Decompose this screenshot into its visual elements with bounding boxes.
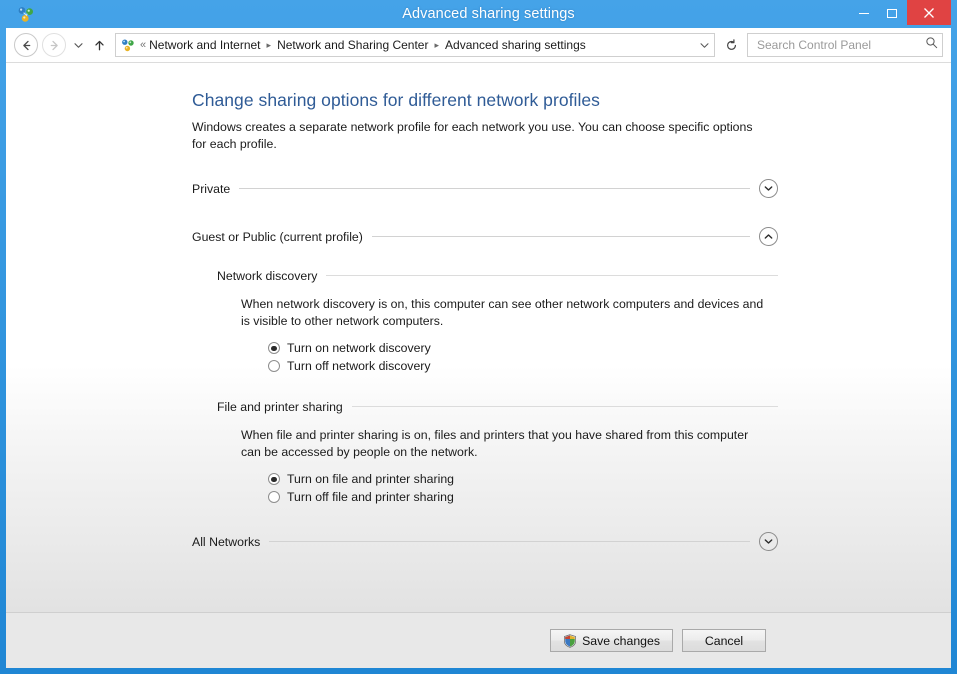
radio-mark[interactable] — [268, 342, 280, 355]
section-header-network-discovery: Network discovery — [217, 265, 778, 287]
radio-label: Turn on file and printer sharing — [287, 472, 455, 487]
profile-label: All Networks — [192, 534, 261, 549]
client-area: « Network and Internet ▸ Network and Sha… — [6, 28, 951, 668]
maximize-icon — [887, 8, 897, 18]
breadcrumb-separator-icon[interactable]: ▸ — [267, 40, 272, 51]
chevron-down-icon[interactable] — [759, 179, 778, 199]
section-rule — [269, 541, 750, 543]
search-box[interactable] — [747, 33, 943, 57]
section-header-file-printer-sharing: File and printer sharing — [217, 396, 778, 418]
radio-label: Turn off file and printer sharing — [287, 490, 454, 505]
section-rule — [351, 406, 778, 408]
profile-header-all-networks[interactable]: All Networks — [192, 529, 778, 555]
section-title: Network discovery — [217, 268, 318, 283]
window-title: Advanced sharing settings — [402, 6, 575, 22]
save-changes-button[interactable]: Save changes — [550, 629, 673, 652]
radio-turn-on-network-discovery[interactable]: Turn on network discovery — [268, 340, 951, 357]
section-description: When file and printer sharing is on, fil… — [241, 427, 749, 460]
breadcrumb-network-icon — [120, 37, 136, 53]
chevron-down-icon — [73, 42, 83, 48]
radio-group-file-printer-sharing: Turn on file and printer sharing Turn of… — [268, 471, 951, 506]
cancel-button[interactable]: Cancel — [682, 629, 766, 652]
refresh-button[interactable] — [719, 33, 743, 57]
up-level-button[interactable] — [88, 33, 110, 57]
radio-mark[interactable] — [268, 491, 280, 504]
save-changes-label: Save changes — [582, 633, 660, 648]
close-icon — [924, 7, 934, 18]
section-rule — [239, 188, 750, 190]
uac-shield-icon — [563, 633, 577, 648]
profile-label: Private — [192, 181, 231, 196]
section-description: When network discovery is on, this compu… — [241, 296, 764, 329]
forward-button[interactable] — [42, 33, 66, 57]
breadcrumb-overflow[interactable]: « — [140, 39, 146, 51]
minimize-icon — [859, 12, 869, 14]
chevron-down-icon[interactable] — [759, 532, 778, 552]
breadcrumb-item-0[interactable]: Network and Internet — [149, 38, 260, 52]
page-title: Change sharing options for different net… — [192, 90, 600, 110]
profile-label: Guest or Public (current profile) — [192, 229, 363, 244]
address-toolbar: « Network and Internet ▸ Network and Sha… — [6, 28, 951, 63]
radio-label: Turn on network discovery — [287, 341, 431, 356]
breadcrumb-separator-icon[interactable]: ▸ — [434, 40, 439, 51]
radio-group-network-discovery: Turn on network discovery Turn off netwo… — [268, 340, 951, 375]
section-rule — [326, 275, 778, 277]
breadcrumb-bar[interactable]: « Network and Internet ▸ Network and Sha… — [115, 33, 715, 57]
dialog-button-bar: Save changes Cancel — [6, 612, 951, 668]
close-button[interactable] — [907, 0, 951, 25]
back-button[interactable] — [14, 33, 38, 57]
chevron-up-icon[interactable] — [759, 227, 778, 247]
minimize-button[interactable] — [850, 2, 878, 24]
profile-header-guest-public[interactable]: Guest or Public (current profile) — [192, 224, 778, 250]
recent-locations-button[interactable] — [70, 33, 86, 57]
radio-turn-on-file-printer-sharing[interactable]: Turn on file and printer sharing — [268, 471, 951, 488]
section-rule — [371, 236, 750, 238]
radio-turn-off-file-printer-sharing[interactable]: Turn off file and printer sharing — [268, 489, 951, 506]
radio-mark[interactable] — [268, 473, 280, 486]
radio-mark[interactable] — [268, 360, 280, 373]
profile-body-guest-public: Network discovery When network discovery… — [6, 256, 951, 506]
refresh-icon — [726, 38, 736, 50]
up-arrow-icon — [94, 40, 104, 50]
content-pane: Change sharing options for different net… — [6, 64, 951, 612]
profile-header-private[interactable]: Private — [192, 176, 778, 202]
breadcrumb-dropdown-icon[interactable] — [696, 42, 712, 49]
radio-label: Turn off network discovery — [287, 359, 431, 374]
window-frame: Advanced sharing settings « Network and … — [0, 0, 957, 674]
back-arrow-icon — [22, 40, 30, 50]
search-icon[interactable] — [925, 36, 938, 54]
search-input[interactable] — [755, 37, 925, 53]
page-description: Windows creates a separate network profi… — [192, 120, 753, 152]
forward-arrow-icon — [50, 40, 58, 50]
breadcrumb-item-1[interactable]: Network and Sharing Center — [277, 38, 428, 52]
radio-turn-off-network-discovery[interactable]: Turn off network discovery — [268, 358, 951, 375]
title-bar: Advanced sharing settings — [6, 0, 951, 28]
maximize-button[interactable] — [878, 2, 906, 24]
breadcrumb-item-2: Advanced sharing settings — [445, 38, 586, 52]
section-title: File and printer sharing — [217, 399, 343, 414]
cancel-label: Cancel — [704, 633, 744, 648]
network-sharing-icon — [16, 4, 36, 24]
